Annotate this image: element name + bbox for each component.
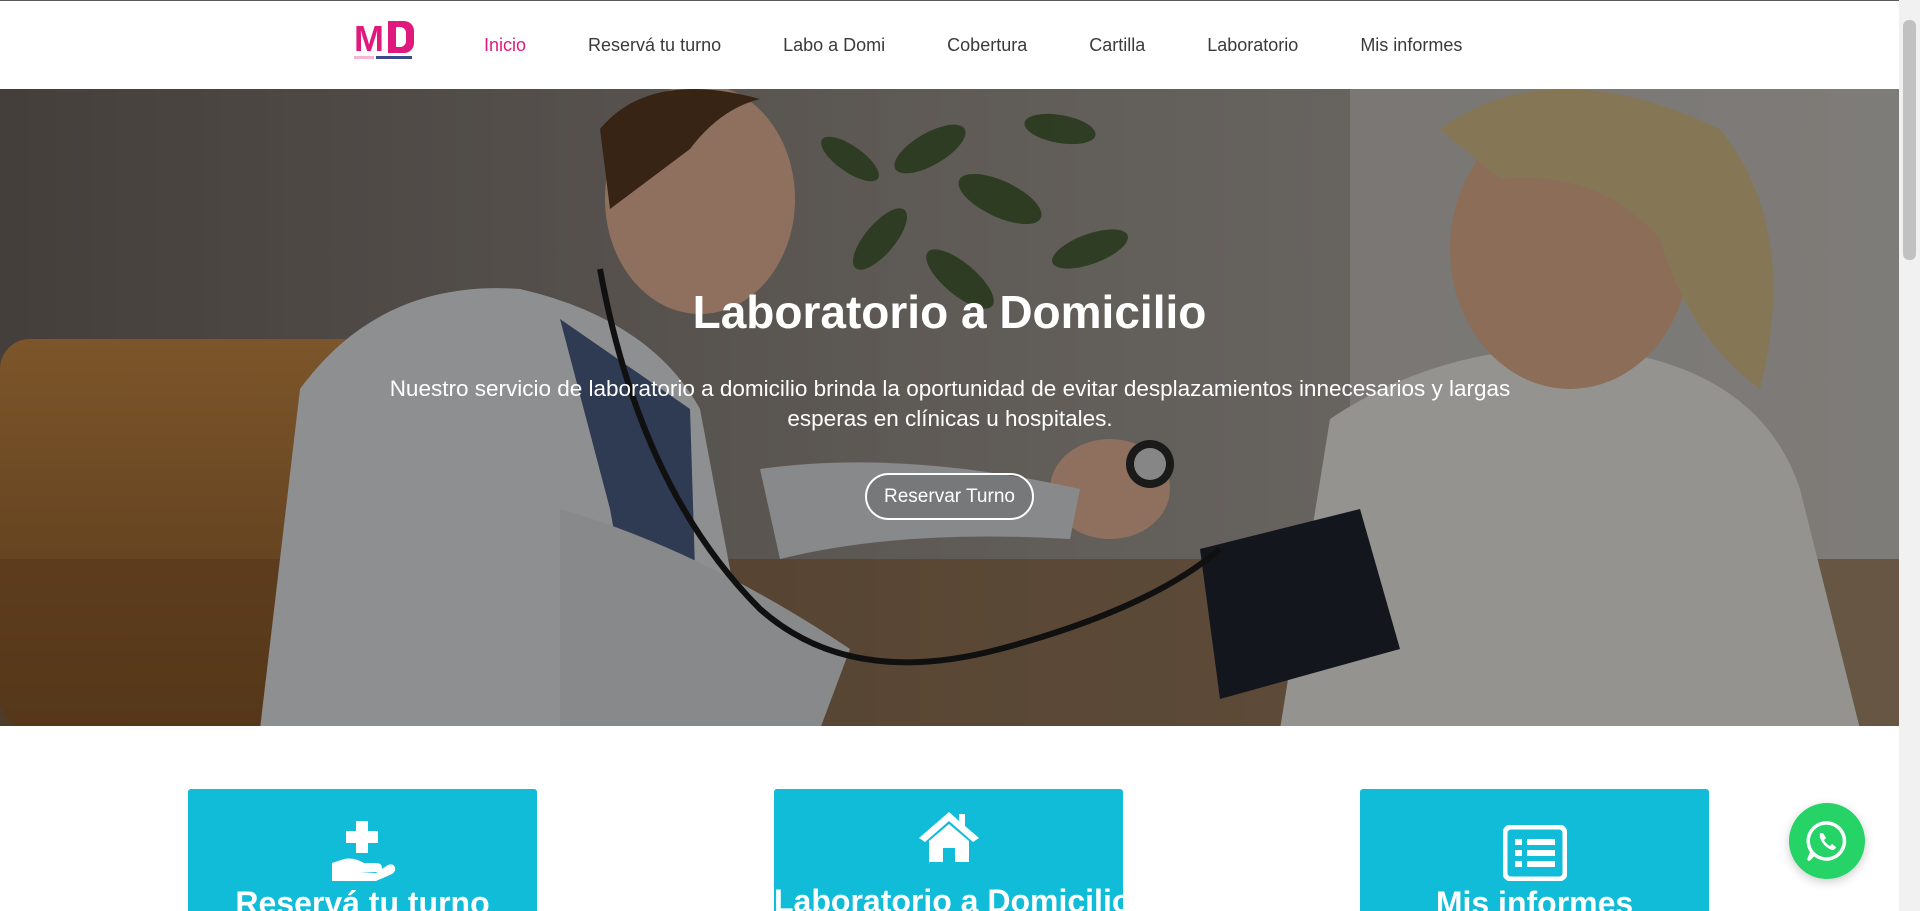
main-nav: Inicio Reservá tu turno Labo a Domi Cobe…: [484, 1, 1524, 89]
house-icon: [918, 812, 979, 862]
hero-description: Nuestro servicio de laboratorio a domici…: [389, 376, 1511, 431]
logo-mark: M: [354, 18, 414, 59]
nav-item-mis-informes[interactable]: Mis informes: [1360, 35, 1462, 56]
whatsapp-icon: [1806, 821, 1847, 861]
hero-title: Laboratorio a Domicilio: [692, 286, 1207, 338]
site-header: M Inicio Reservá tu turno Labo a Domi Co…: [0, 1, 1899, 89]
report-list-icon: [1502, 825, 1567, 881]
card-title: Mis informes: [1435, 885, 1634, 911]
hand-medical-icon: [331, 821, 395, 881]
svg-text:M: M: [354, 19, 384, 59]
nav-item-labo-a-domi[interactable]: Labo a Domi: [783, 35, 885, 56]
nav-item-cobertura[interactable]: Cobertura: [947, 35, 1027, 56]
nav-item-inicio[interactable]: Inicio: [484, 35, 526, 56]
card-reserva-turno[interactable]: Reservá tu turno: [188, 789, 537, 911]
scrollbar-thumb[interactable]: [1903, 20, 1916, 260]
whatsapp-button[interactable]: [1789, 803, 1865, 879]
hero-banner: Laboratorio a Domicilio Nuestro servicio…: [0, 89, 1899, 726]
reservar-turno-button[interactable]: Reservar Turno: [865, 473, 1034, 520]
site-logo[interactable]: M: [354, 18, 424, 65]
card-mis-informes[interactable]: Mis informes: [1360, 789, 1709, 911]
nav-item-cartilla[interactable]: Cartilla: [1089, 35, 1145, 56]
nav-item-reserva-turno[interactable]: Reservá tu turno: [588, 35, 721, 56]
card-title: Laboratorio a Domicilio: [774, 883, 1132, 911]
nav-item-laboratorio[interactable]: Laboratorio: [1207, 35, 1298, 56]
card-laboratorio-domicilio[interactable]: Laboratorio a Domicilio: [774, 789, 1132, 911]
page-scrollbar[interactable]: [1899, 0, 1920, 911]
card-title: Reservá tu turno: [235, 885, 490, 911]
